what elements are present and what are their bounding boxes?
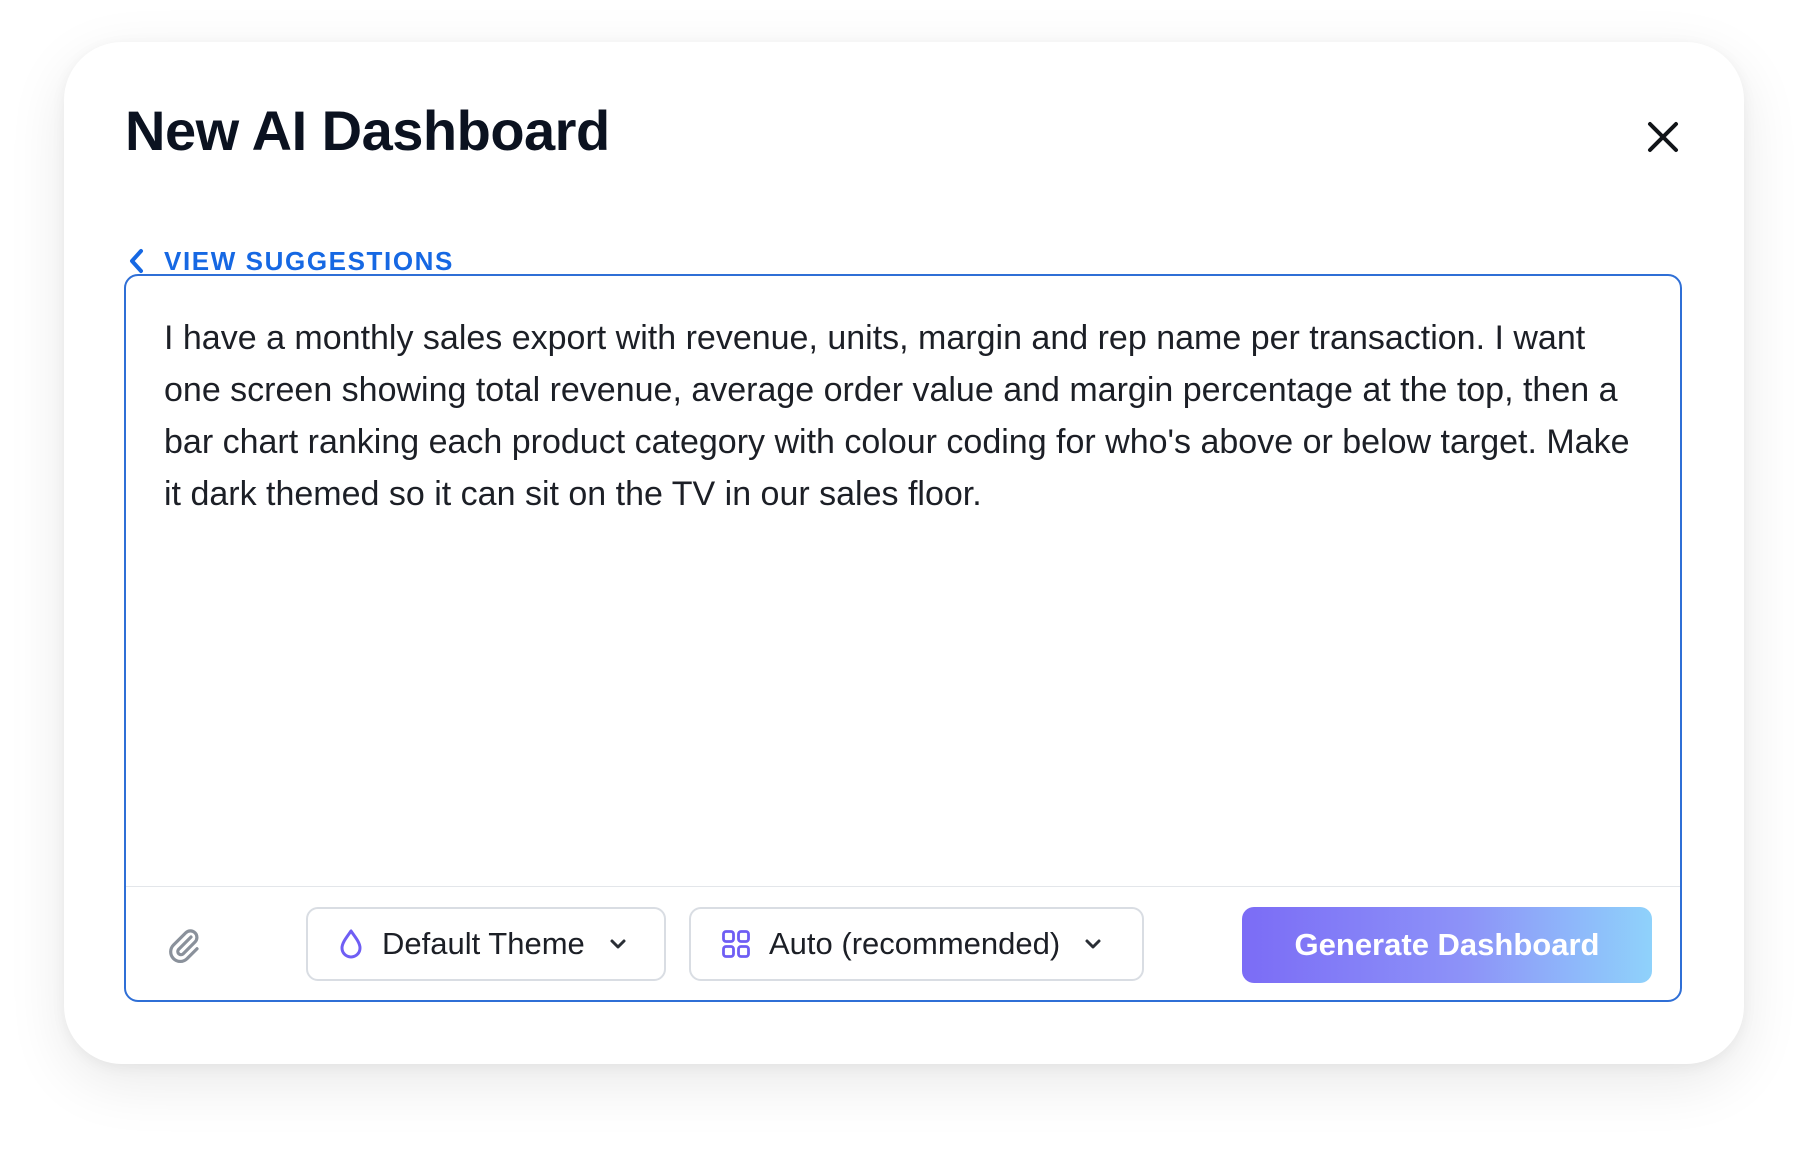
droplet-icon: [338, 928, 364, 960]
prompt-composer: Default Theme Auto (recommended): [124, 274, 1682, 1002]
grid-icon: [721, 929, 751, 959]
attach-button[interactable]: [164, 925, 204, 965]
chevron-down-icon: [607, 933, 629, 955]
new-dashboard-dialog: New AI Dashboard VIEW SUGGESTIONS I have…: [64, 42, 1744, 1064]
dialog-title: New AI Dashboard: [125, 99, 610, 162]
theme-select[interactable]: Default Theme: [306, 907, 666, 981]
theme-select-label: Default Theme: [382, 926, 585, 961]
layout-select[interactable]: Auto (recommended): [689, 907, 1144, 981]
prompt-input[interactable]: [164, 312, 1644, 872]
paperclip-icon: [169, 929, 199, 964]
close-button[interactable]: [1638, 112, 1688, 162]
chevron-left-icon: [125, 246, 149, 276]
layout-select-label: Auto (recommended): [769, 926, 1061, 961]
composer-footer: Default Theme Auto (recommended) Generat…: [126, 886, 1680, 1000]
view-suggestions-label: VIEW SUGGESTIONS: [164, 245, 454, 276]
close-icon: [1648, 122, 1678, 152]
chevron-down-icon: [1082, 933, 1104, 955]
generate-dashboard-button[interactable]: Generate Dashboard: [1242, 907, 1652, 983]
